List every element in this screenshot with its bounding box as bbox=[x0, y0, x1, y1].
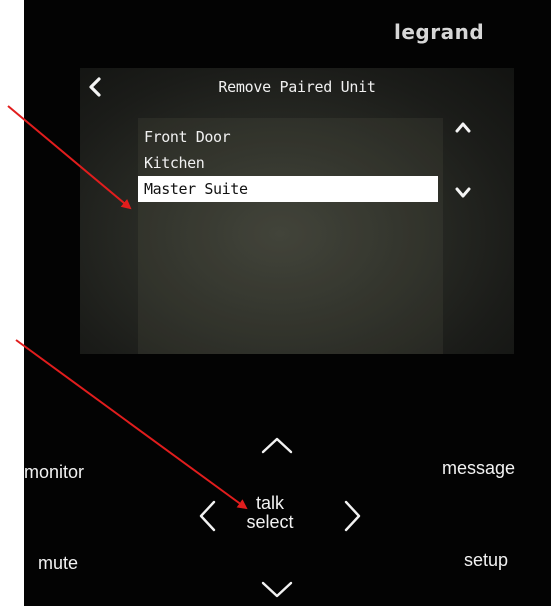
paired-unit-list: Front Door Kitchen Master Suite bbox=[138, 118, 443, 354]
list-item-front-door[interactable]: Front Door bbox=[138, 124, 438, 150]
nav-left-icon[interactable] bbox=[196, 498, 218, 534]
talk-select-button[interactable]: talk select bbox=[234, 494, 306, 532]
talk-label: talk bbox=[255, 493, 284, 513]
message-button[interactable]: message bbox=[442, 458, 515, 479]
list-item-kitchen[interactable]: Kitchen bbox=[138, 150, 438, 176]
mute-button[interactable]: mute bbox=[38, 553, 78, 574]
nav-right-icon[interactable] bbox=[342, 498, 364, 534]
brand-logo: legrand bbox=[394, 20, 485, 44]
display-screen: Remove Paired Unit Front Door Kitchen Ma… bbox=[80, 68, 514, 354]
scroll-down-icon[interactable] bbox=[454, 186, 472, 200]
scroll-up-icon[interactable] bbox=[454, 120, 472, 134]
nav-down-icon[interactable] bbox=[259, 578, 295, 600]
intercom-panel: legrand Remove Paired Unit Front Door Ki… bbox=[24, 0, 551, 606]
screen-title: Remove Paired Unit bbox=[218, 78, 376, 96]
setup-button[interactable]: setup bbox=[464, 550, 508, 571]
select-label: select bbox=[246, 512, 294, 532]
monitor-button[interactable]: monitor bbox=[24, 462, 84, 483]
nav-up-icon[interactable] bbox=[259, 434, 295, 456]
list-item-master-suite[interactable]: Master Suite bbox=[138, 176, 438, 202]
